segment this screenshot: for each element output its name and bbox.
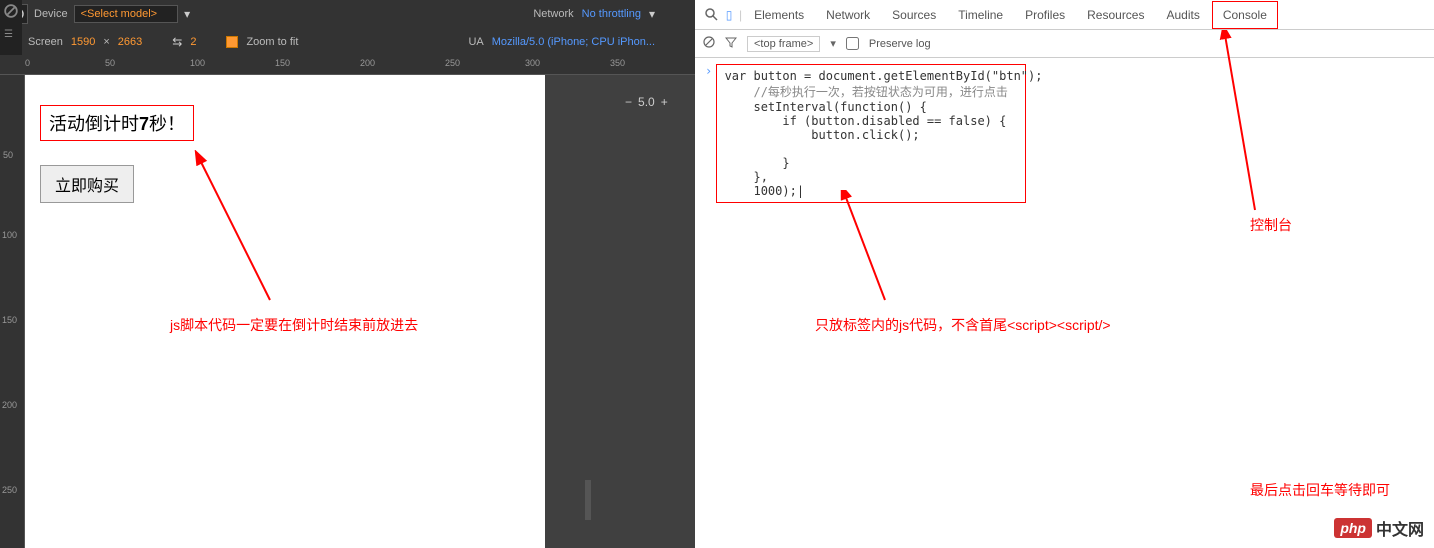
zoom-value: 5.0 [638, 95, 655, 109]
preserve-log-label: Preserve log [869, 38, 931, 50]
watermark: php 中文网 [1334, 516, 1424, 540]
tab-elements[interactable]: Elements [744, 2, 814, 28]
console-input-area[interactable]: › var button = document.getElementById("… [695, 58, 1434, 209]
tab-console[interactable]: Console [1212, 1, 1278, 29]
watermark-text: 中文网 [1376, 516, 1424, 540]
ua-label: UA [468, 36, 483, 48]
screen-width[interactable]: 1590 [71, 36, 95, 48]
annotation-bottom: 最后点击回车等待即可 [1250, 480, 1390, 500]
devtools-tabbar: ▯ | Elements Network Sources Timeline Pr… [695, 0, 1434, 30]
annotation-code: 只放标签内的js代码，不含首尾<script><script/> [815, 315, 1111, 335]
zoom-checkbox[interactable] [226, 36, 238, 48]
ua-value[interactable]: Mozilla/5.0 (iPhone; CPU iPhon... [492, 36, 655, 48]
device-emulation-panel: Device <Select model> ▾ Network No throt… [0, 0, 695, 548]
zoom-control: − 5.0 + [625, 95, 668, 109]
arrow-console-icon [1185, 30, 1265, 220]
frame-selector[interactable]: <top frame> [747, 36, 820, 52]
pixel-ratio[interactable]: 2 [190, 36, 196, 48]
vertical-ruler: 50 100 150 200 250 [0, 75, 25, 548]
device-icon[interactable]: ▯ [721, 7, 737, 23]
console-prompt-icon: › [705, 64, 712, 78]
tab-network[interactable]: Network [816, 2, 880, 28]
devtools-panel: ▯ | Elements Network Sources Timeline Pr… [695, 0, 1434, 548]
menu-icon[interactable]: ☰ [0, 25, 22, 44]
screen-height[interactable]: 2663 [118, 36, 142, 48]
clear-console-icon[interactable] [703, 36, 715, 51]
tab-profiles[interactable]: Profiles [1015, 2, 1075, 28]
screen-label: Screen [28, 36, 63, 48]
console-toolbar: <top frame> ▾ Preserve log [695, 30, 1434, 58]
arrow-code-icon [835, 190, 895, 310]
zoom-out-icon[interactable]: − [625, 95, 632, 109]
zoom-fit-label: Zoom to fit [246, 36, 298, 48]
panel-resize-handle[interactable] [585, 480, 591, 520]
preserve-log-checkbox[interactable] [846, 37, 859, 50]
horizontal-ruler: 0 50 100 150 200 250 300 350 [0, 55, 695, 75]
tab-audits[interactable]: Audits [1156, 2, 1209, 28]
zoom-in-icon[interactable]: + [661, 95, 668, 109]
device-model-dropdown[interactable]: <Select model> [74, 5, 178, 23]
search-icon[interactable] [703, 7, 719, 23]
device-label: Device [34, 8, 68, 20]
page-viewport: 活动倒计时7秒！ 立即购买 [25, 75, 545, 548]
tab-resources[interactable]: Resources [1077, 2, 1154, 28]
no-icon-2[interactable] [0, 0, 22, 25]
console-code[interactable]: var button = document.getElementById("bt… [716, 64, 1026, 203]
countdown-text: 活动倒计时7秒！ [40, 105, 194, 141]
arrow-annotation-icon [190, 150, 290, 310]
buy-button[interactable]: 立即购买 [40, 165, 134, 203]
annotation-console: 控制台 [1250, 215, 1292, 235]
tab-sources[interactable]: Sources [882, 2, 946, 28]
swap-icon[interactable]: ⇆ [172, 35, 182, 49]
filter-icon[interactable] [725, 36, 737, 51]
left-sidebar: ☰ [0, 0, 22, 55]
throttling-dropdown[interactable]: No throttling [582, 8, 641, 20]
tab-timeline[interactable]: Timeline [948, 2, 1013, 28]
network-label: Network [533, 8, 573, 20]
php-badge: php [1334, 518, 1372, 538]
device-toolbar: Device <Select model> ▾ Network No throt… [0, 0, 695, 55]
annotation-left: js脚本代码一定要在倒计时结束前放进去 [170, 315, 418, 335]
viewport-overflow: − 5.0 + [545, 75, 695, 548]
